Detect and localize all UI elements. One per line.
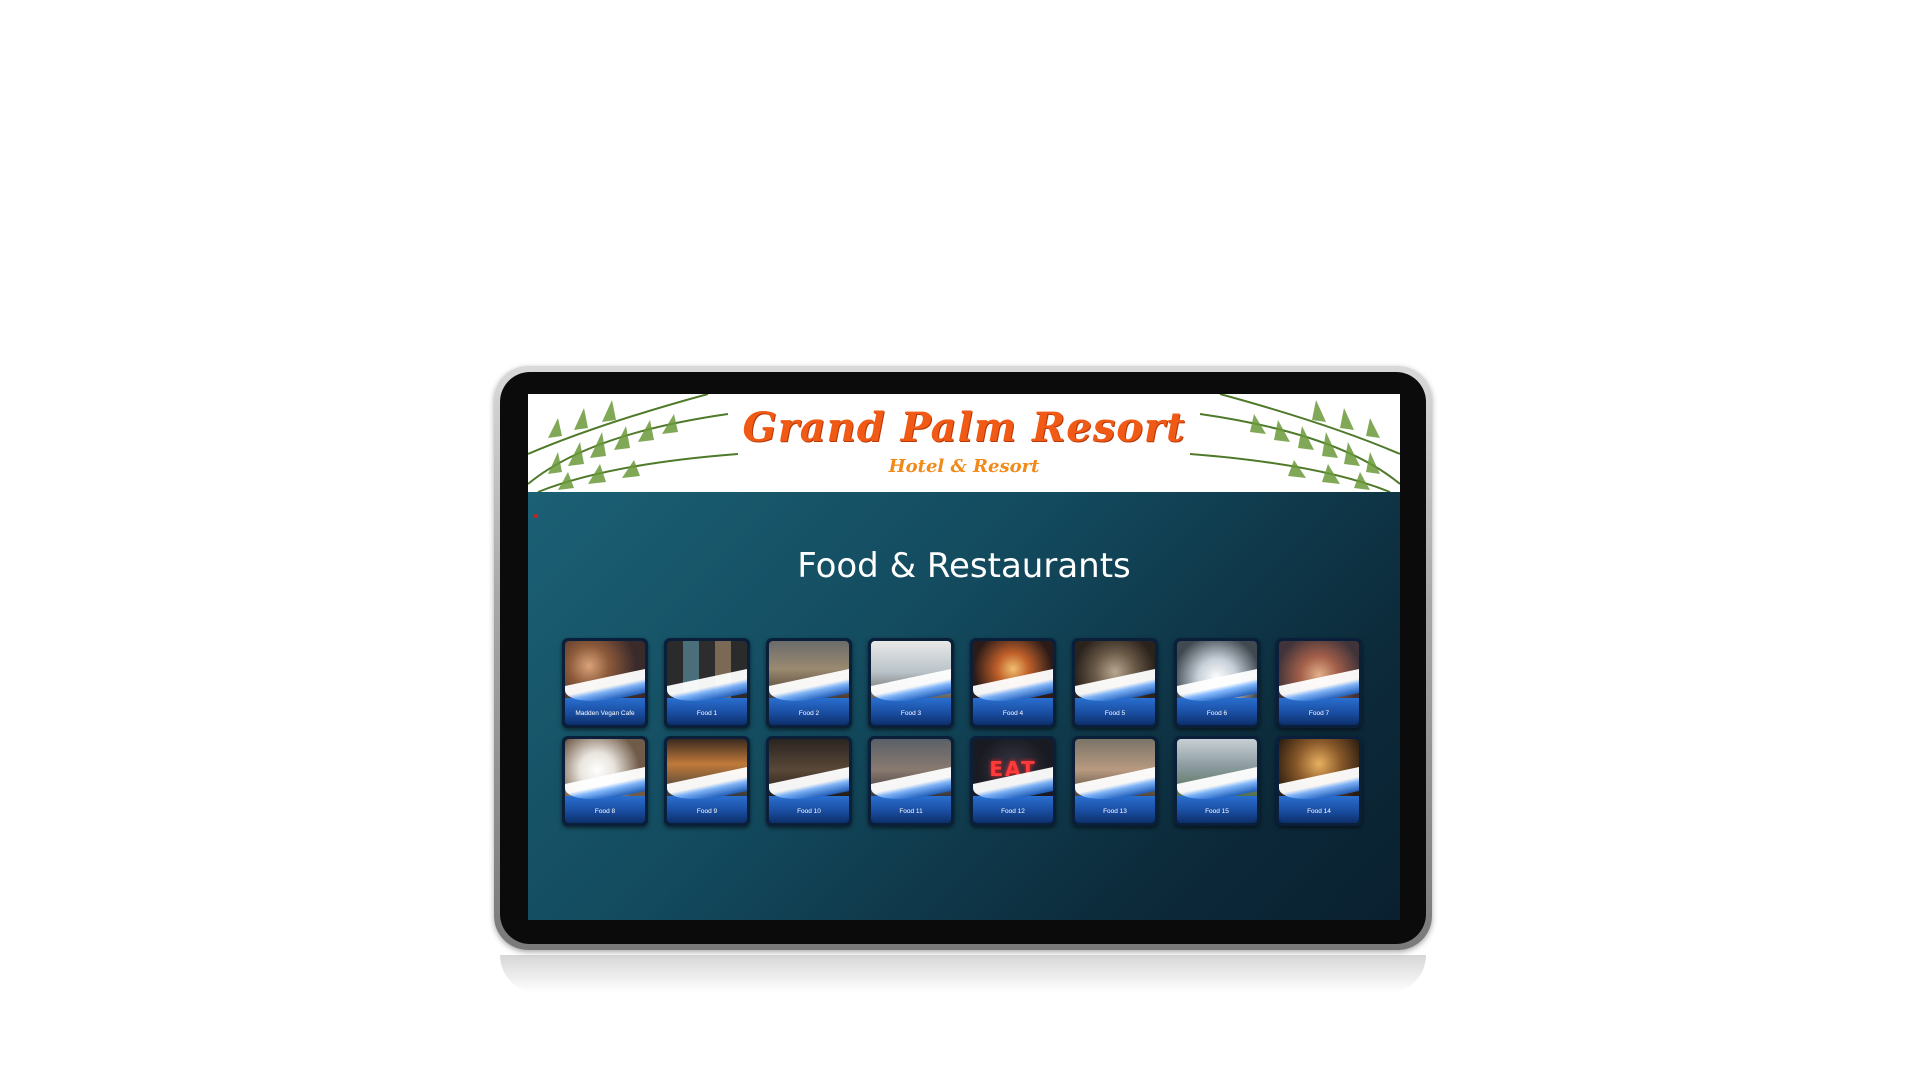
tile-label: Food 5 — [1104, 710, 1126, 717]
tile-label: Food 9 — [696, 808, 718, 815]
tile-label: Food 12 — [1001, 808, 1025, 815]
restaurant-tile-food-4[interactable]: Food 4 — [970, 638, 1056, 728]
tile-label: Food 6 — [1206, 710, 1228, 717]
restaurant-tile-food-9[interactable]: Food 9 — [664, 736, 750, 826]
resort-logo-subtitle: Hotel & Resort — [888, 456, 1040, 477]
device-reflection — [500, 955, 1426, 993]
restaurant-tile-madden-vegan-cafe[interactable]: Madden Vegan Cafe — [562, 638, 648, 728]
tile-label: Food 3 — [900, 710, 922, 717]
restaurant-tile-food-3[interactable]: Food 3 — [868, 638, 954, 728]
resort-logo-title: Grand Palm Resort — [742, 404, 1186, 451]
restaurant-tile-food-15[interactable]: Food 15 — [1174, 736, 1260, 826]
page-title: Food & Restaurants — [797, 546, 1131, 586]
tile-label: Food 4 — [1002, 710, 1024, 717]
tile-label: Food 13 — [1103, 808, 1127, 815]
kiosk-screen: Grand Palm Resort Hotel & Resort Food & … — [528, 394, 1400, 920]
tile-label: Food 15 — [1205, 808, 1229, 815]
restaurant-tile-food-2[interactable]: Food 2 — [766, 638, 852, 728]
restaurant-tile-food-12[interactable]: EAT Food 12 — [970, 736, 1056, 826]
tile-label: Food 11 — [899, 808, 923, 815]
tile-label: Food 10 — [797, 808, 821, 815]
header-banner: Grand Palm Resort Hotel & Resort — [528, 394, 1400, 492]
tile-label: Food 1 — [696, 710, 718, 717]
tile-label: Food 8 — [594, 808, 616, 815]
tile-label: Food 14 — [1307, 808, 1331, 815]
indicator-dot — [534, 514, 538, 518]
restaurant-tile-food-13[interactable]: Food 13 — [1072, 736, 1158, 826]
restaurant-tile-food-5[interactable]: Food 5 — [1072, 638, 1158, 728]
tile-label: Food 2 — [798, 710, 820, 717]
restaurant-tile-food-8[interactable]: Food 8 — [562, 736, 648, 826]
restaurant-tile-food-14[interactable]: Food 14 — [1276, 736, 1362, 826]
restaurant-tile-food-10[interactable]: Food 10 — [766, 736, 852, 826]
restaurant-tile-food-6[interactable]: Food 6 — [1174, 638, 1260, 728]
restaurant-tile-food-7[interactable]: Food 7 — [1276, 638, 1362, 728]
restaurant-grid: Madden Vegan Cafe Food 1 Food 2 Food 3 F… — [562, 638, 1362, 826]
restaurant-tile-food-1[interactable]: Food 1 — [664, 638, 750, 728]
restaurant-tile-food-11[interactable]: Food 11 — [868, 736, 954, 826]
tile-label: Madden Vegan Cafe — [575, 710, 635, 717]
tile-label: Food 7 — [1308, 710, 1330, 717]
